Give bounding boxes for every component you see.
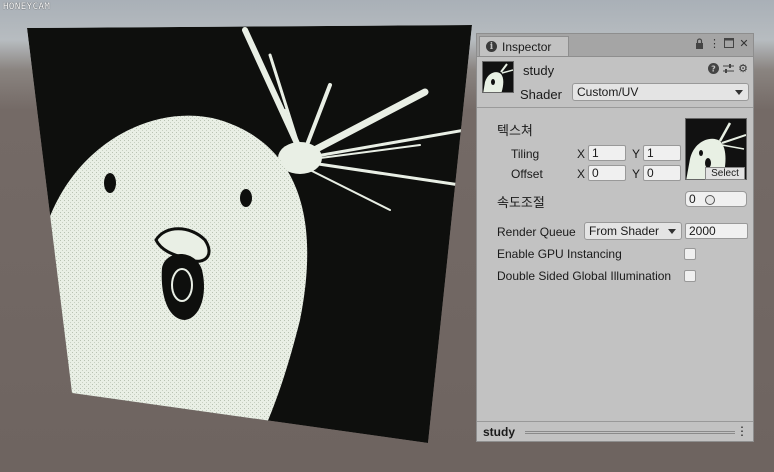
- gpu-instancing-checkbox[interactable]: [684, 248, 696, 260]
- menu-icon[interactable]: ⋮: [709, 38, 720, 50]
- render-queue-mode: From Shader: [589, 224, 660, 238]
- speed-label: 속도조절: [497, 195, 545, 210]
- inspector-tabbar: i Inspector ⋮ ✕: [477, 34, 753, 57]
- tiling-x-field[interactable]: 1: [588, 145, 626, 161]
- render-queue-value-field[interactable]: 2000: [685, 223, 748, 239]
- chevron-down-icon: [668, 229, 676, 234]
- help-icon[interactable]: ?: [708, 63, 719, 75]
- chick-eye-right: [240, 189, 252, 207]
- speed-field[interactable]: 0: [685, 191, 747, 207]
- tiling-x-label: X: [577, 147, 586, 161]
- double-sided-gi-checkbox[interactable]: [684, 270, 696, 282]
- shader-dropdown[interactable]: Custom/UV: [572, 83, 749, 101]
- tab-label: Inspector: [502, 39, 552, 54]
- tiling-label: Tiling: [511, 147, 540, 161]
- preview-title: study: [483, 425, 516, 439]
- lock-icon[interactable]: [694, 38, 704, 50]
- menu-icon[interactable]: ⋮: [736, 424, 748, 438]
- chick-mouth-inner: [171, 268, 193, 302]
- tab-inspector[interactable]: i Inspector: [479, 36, 569, 56]
- preset-icon[interactable]: [723, 63, 734, 75]
- render-queue-label: Render Queue: [497, 225, 576, 239]
- close-icon[interactable]: ✕: [739, 38, 749, 50]
- offset-y-label: Y: [632, 167, 641, 181]
- shader-value: Custom/UV: [577, 85, 639, 99]
- chick-eye-left: [104, 173, 116, 193]
- material-name: study: [523, 63, 555, 78]
- material-header: study ? ⚙ Shader Custom/UV: [477, 57, 753, 108]
- info-icon: i: [486, 41, 497, 52]
- preview-footer[interactable]: study ⋮: [477, 421, 753, 441]
- speed-value: 0: [689, 192, 696, 206]
- textured-quad: [27, 25, 472, 443]
- chevron-down-icon: [735, 90, 743, 95]
- tab-actions: ⋮ ✕: [694, 38, 749, 50]
- tiling-y-field[interactable]: 1: [643, 145, 681, 161]
- settings-icon[interactable]: ⚙: [738, 63, 748, 75]
- drag-handle[interactable]: [525, 431, 735, 434]
- offset-x-label: X: [577, 167, 586, 181]
- double-sided-gi-label: Double Sided Global Illumination: [497, 269, 672, 283]
- texture-label: 텍스쳐: [497, 123, 533, 138]
- svg-text:?: ?: [711, 65, 716, 74]
- material-thumbnail: [482, 61, 514, 93]
- shader-label: Shader: [520, 87, 562, 102]
- header-icons: ? ⚙: [708, 63, 748, 75]
- offset-x-field[interactable]: 0: [588, 165, 626, 181]
- render-queue-dropdown[interactable]: From Shader: [584, 222, 682, 240]
- inspector-panel: i Inspector ⋮ ✕ study ? ⚙ Shader Custom/…: [476, 33, 754, 442]
- offset-y-field[interactable]: 0: [643, 165, 681, 181]
- gpu-instancing-label: Enable GPU Instancing: [497, 247, 622, 261]
- speed-slider-knob[interactable]: [705, 195, 715, 205]
- tiling-y-label: Y: [632, 147, 641, 161]
- texture-select-button[interactable]: Select: [705, 167, 745, 180]
- offset-label: Offset: [511, 167, 543, 181]
- maximize-icon[interactable]: [724, 38, 734, 50]
- material-properties: 텍스쳐 Tiling X 1 Y 1 Offset X 0 Y 0 Select…: [477, 108, 753, 418]
